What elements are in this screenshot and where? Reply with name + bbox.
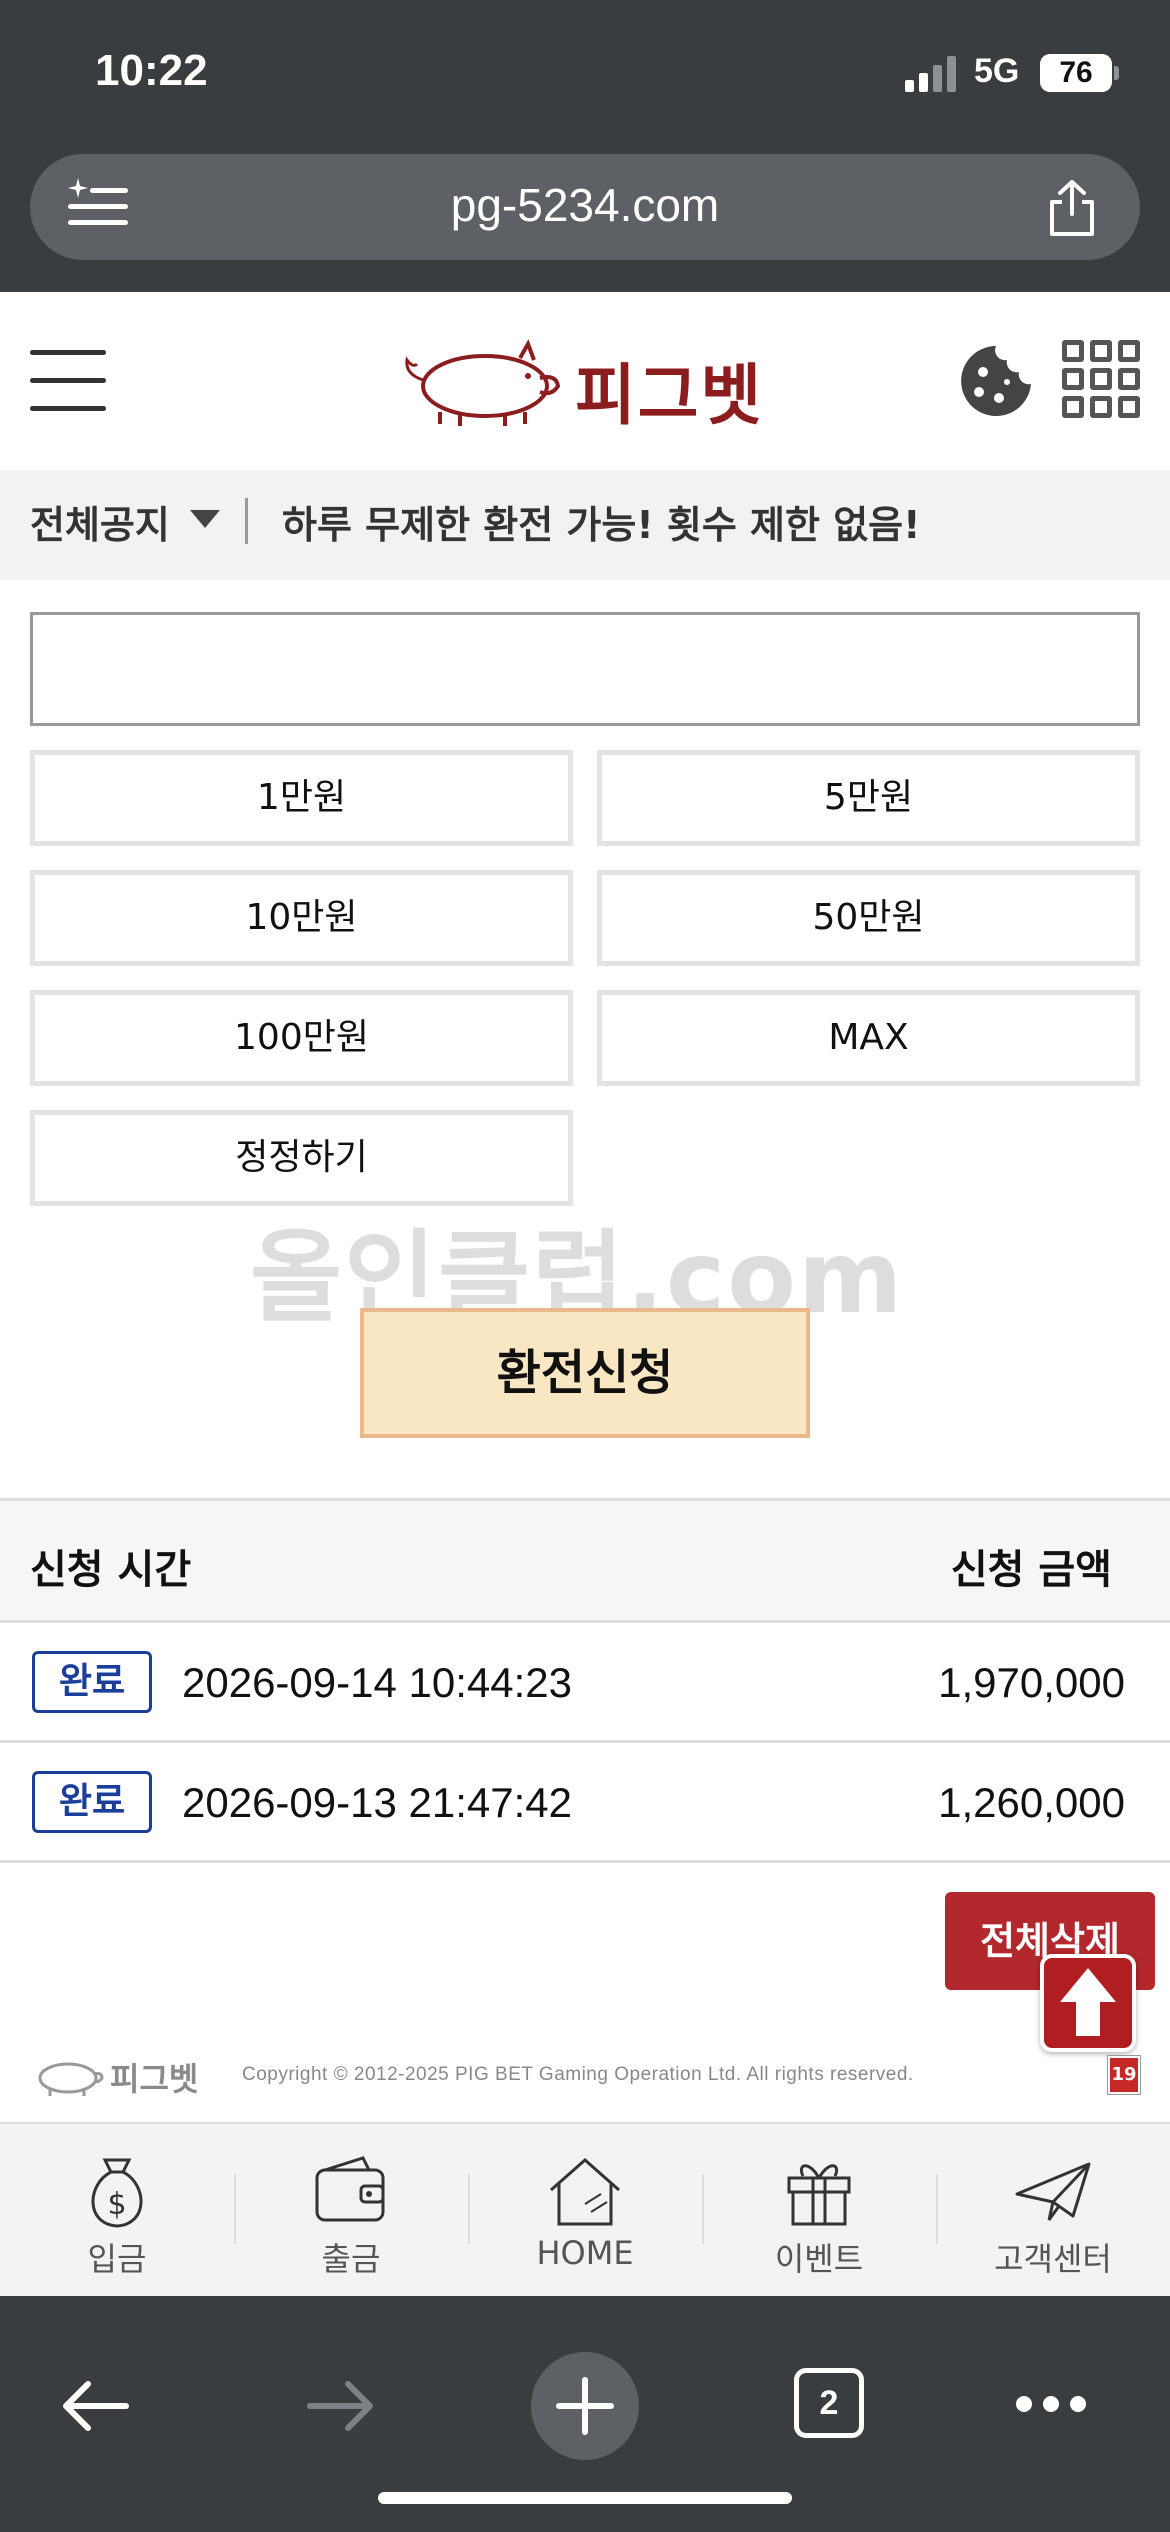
svg-text:$: $	[107, 2187, 126, 2222]
notice-divider	[245, 498, 248, 544]
row-amount: 1,970,000	[938, 1659, 1125, 1706]
notice-text[interactable]: 하루 무제한 환전 가능! 횟수 제한 없음!	[282, 494, 920, 549]
browser-top-bar: 10:22 5G 76 pg-5234.com	[0, 0, 1170, 292]
amount-1m-button[interactable]: 100만원	[30, 990, 573, 1086]
status-badge: 완료	[32, 1651, 152, 1713]
withdraw-amount-input[interactable]	[30, 612, 1140, 726]
status-badge: 완료	[32, 1771, 152, 1833]
battery-tip	[1114, 66, 1119, 80]
nav-deposit-label: 입금	[87, 2240, 147, 2278]
nav-withdraw[interactable]: 출금	[234, 2124, 468, 2296]
url-bar[interactable]: pg-5234.com	[30, 154, 1140, 260]
network-type: 5G	[974, 52, 1020, 90]
amount-100k-button[interactable]: 10만원	[30, 870, 573, 966]
nav-event-label: 이벤트	[774, 2240, 864, 2278]
cookie-icon[interactable]	[957, 342, 1035, 420]
signal-icon	[905, 56, 957, 92]
withdraw-submit-button[interactable]: 환전신청	[360, 1308, 810, 1438]
site-logo[interactable]: 피그벳	[400, 328, 780, 438]
forward-arrow-icon[interactable]	[306, 2378, 376, 2434]
nav-event[interactable]: 이벤트	[702, 2124, 936, 2296]
amount-max-button[interactable]: MAX	[597, 990, 1140, 1086]
nav-withdraw-label: 출금	[321, 2240, 381, 2278]
copyright-text: Copyright © 2012-2025 PIG BET Gaming Ope…	[242, 2064, 914, 2085]
nav-support-label: 고객센터	[994, 2240, 1112, 2278]
footer-logo: 피그벳	[30, 2050, 210, 2100]
reset-button[interactable]: 정정하기	[30, 1110, 573, 1206]
table-row[interactable]: 완료 2026-09-14 10:44:23 1,970,000	[0, 1623, 1170, 1743]
notice-category-dropdown[interactable]: 전체공지	[30, 494, 170, 549]
back-arrow-icon[interactable]	[60, 2378, 130, 2434]
amount-10k-button[interactable]: 1만원	[30, 750, 573, 846]
withdraw-history-table: 신청 시간 신청 금액 완료 2026-09-14 10:44:23 1,970…	[0, 1498, 1170, 1863]
home-icon	[550, 2157, 620, 2226]
nav-home-label: HOME	[536, 2234, 634, 2272]
table-row[interactable]: 완료 2026-09-13 21:47:42 1,260,000	[0, 1743, 1170, 1863]
arrow-up-icon	[1060, 1968, 1116, 2036]
amount-500k-button[interactable]: 50만원	[597, 870, 1140, 966]
paper-plane-icon	[1015, 2162, 1091, 2221]
nav-deposit[interactable]: $ 입금	[0, 2124, 234, 2296]
row-amount: 1,260,000	[938, 1779, 1125, 1826]
url-text[interactable]: pg-5234.com	[30, 178, 1140, 232]
share-icon[interactable]	[1044, 178, 1100, 238]
browser-bottom-bar: 2	[0, 2296, 1170, 2532]
amount-50k-button[interactable]: 5만원	[597, 750, 1140, 846]
status-time: 10:22	[95, 46, 208, 95]
row-time: 2026-09-14 10:44:23	[182, 1659, 572, 1706]
more-options-icon[interactable]	[1016, 2396, 1086, 2412]
gift-icon	[787, 2164, 851, 2226]
tabs-button[interactable]: 2	[794, 2368, 864, 2438]
bottom-nav: $ 입금 출금 HOME 이벤트 고객센터	[0, 2122, 1170, 2296]
battery-icon: 76	[1040, 54, 1112, 92]
chevron-down-icon[interactable]	[190, 510, 220, 528]
money-bag-icon: $	[91, 2158, 143, 2228]
pig-logo-icon	[405, 339, 561, 426]
scroll-to-top-button[interactable]	[1040, 1954, 1136, 2052]
wallet-icon	[315, 2156, 385, 2222]
header-amount: 신청 금액	[950, 1547, 1112, 1593]
site-header: 피그벳	[0, 292, 1170, 470]
header-time: 신청 시간	[30, 1547, 192, 1593]
plus-icon	[556, 2377, 614, 2435]
grid-menu-icon[interactable]	[1062, 340, 1140, 418]
logo-text: 피그벳	[575, 357, 764, 434]
nav-support[interactable]: 고객센터	[936, 2124, 1170, 2296]
row-time: 2026-09-13 21:47:42	[182, 1779, 572, 1826]
table-header: 신청 시간 신청 금액	[0, 1501, 1170, 1623]
footer-logo-text: 피그벳	[110, 2060, 199, 2098]
nav-home[interactable]: HOME	[468, 2124, 702, 2296]
new-tab-button[interactable]	[531, 2352, 639, 2460]
pig-logo-icon	[38, 2062, 104, 2096]
notice-bar: 전체공지 하루 무제한 환전 가능! 횟수 제한 없음!	[0, 470, 1170, 580]
home-indicator	[378, 2492, 792, 2504]
age-restriction-badge: 19	[1107, 2055, 1141, 2095]
hamburger-menu-icon[interactable]	[30, 348, 106, 412]
